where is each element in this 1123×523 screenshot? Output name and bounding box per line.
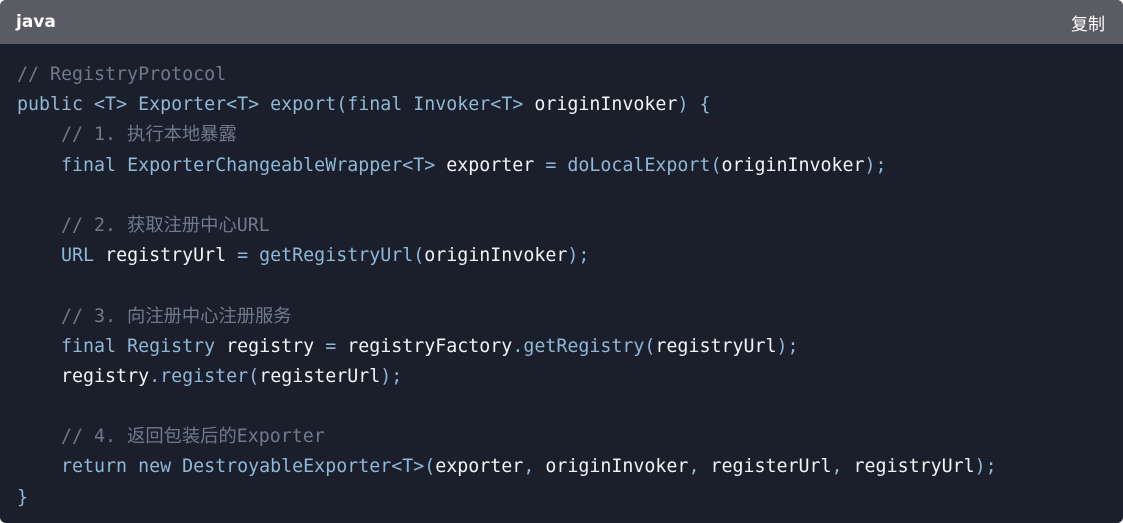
code-token-func: getRegistry [523, 335, 645, 357]
code-token-ident: registryUrl [655, 335, 777, 357]
code-token-ident: exporter [435, 456, 524, 478]
code-line: // 3. 向注册中心注册服务 [17, 302, 1105, 332]
code-token-punct: ( [424, 456, 436, 478]
code-token-type: URL [61, 245, 106, 267]
code-token-punct: ); [864, 154, 887, 176]
code-token-punct: ); [776, 335, 799, 357]
code-token-punct: ( [336, 94, 348, 116]
code-token-punct: = [237, 245, 260, 267]
code-token-punct: = [545, 154, 568, 176]
code-token-func: getRegistryUrl [259, 245, 414, 267]
code-token-type: Exporter<T> [138, 94, 271, 116]
code-token-func: register [160, 365, 249, 387]
code-line: // 1. 执行本地暴露 [17, 120, 1105, 150]
code-token-comment: // 4. 返回包装后的Exporter [17, 426, 325, 448]
code-token-type: Registry [127, 335, 227, 357]
code-line: registry.register(registerUrl); [17, 362, 1105, 392]
code-token-ident [17, 456, 61, 477]
code-token-type: DestroyableExporter<T> [182, 456, 425, 478]
code-token-func: doLocalExport [567, 154, 711, 176]
code-line: public <T> Exporter<T> export(final Invo… [17, 90, 1105, 120]
code-token-punct: ( [413, 245, 425, 267]
code-token-punct: ); [974, 456, 997, 478]
code-line: URL registryUrl = getRegistryUrl(originI… [17, 241, 1105, 271]
code-token-punct: ); [380, 365, 403, 387]
code-block: java 复制 // RegistryProtocol public <T> Ex… [0, 0, 1123, 523]
code-line: // RegistryProtocol [17, 60, 1105, 90]
code-token-ident: exporter [446, 154, 546, 176]
code-token-punct: ( [644, 335, 656, 357]
code-token-ident: registryUrl [853, 456, 975, 478]
code-token-comment: // RegistryProtocol [17, 64, 227, 85]
code-token-type: Invoker<T> [413, 94, 535, 116]
code-token-punct: = [325, 335, 348, 357]
language-label: java [16, 12, 56, 32]
code-token-ident: registry [61, 365, 150, 387]
code-token-punct: ( [710, 154, 722, 176]
code-token-ident: registryUrl [105, 245, 238, 267]
code-token-ident: originInvoker [721, 154, 865, 176]
code-line: } [17, 483, 1105, 513]
code-token-keyword: new [138, 456, 183, 478]
code-line: return new DestroyableExporter<T>(export… [17, 452, 1105, 482]
code-token-punct: ( [248, 365, 260, 387]
code-line: final Registry registry = registryFactor… [17, 332, 1105, 362]
code-token-ident: originInvoker [534, 94, 678, 116]
code-token-ident: registryFactory [347, 335, 513, 357]
code-token-punct: , [688, 456, 711, 478]
code-token-ident: originInvoker [545, 456, 689, 478]
code-token-keyword: public [17, 94, 95, 116]
code-token-punct: . [512, 335, 524, 357]
code-token-comment: // 2. 获取注册中心URL [17, 214, 270, 236]
code-content: // RegistryProtocol public <T> Exporter<T… [0, 44, 1123, 513]
code-token-comment: // 3. 向注册中心注册服务 [17, 305, 292, 327]
code-token-keyword: final [61, 335, 128, 357]
code-token-punct: , [523, 456, 546, 478]
code-token-ident: registry [226, 335, 326, 357]
code-line: final ExporterChangeableWrapper<T> expor… [17, 151, 1105, 181]
code-token-type: <T> [94, 94, 139, 116]
code-line: // 2. 获取注册中心URL [17, 211, 1105, 241]
code-token-punct: } [17, 486, 29, 508]
code-token-ident [17, 155, 61, 176]
code-token-keyword: return [61, 456, 139, 478]
code-header: java 复制 [0, 0, 1123, 44]
code-token-ident: originInvoker [424, 245, 568, 267]
code-token-keyword: final [61, 154, 128, 176]
code-token-ident [17, 245, 61, 266]
code-token-punct: ) { [677, 94, 711, 116]
code-token-punct: . [149, 365, 161, 387]
code-token-punct: , [831, 456, 854, 478]
code-token-punct: ); [567, 245, 590, 267]
code-token-comment: // 1. 执行本地暴露 [17, 124, 237, 146]
code-token-ident [17, 336, 61, 357]
code-line: // 4. 返回包装后的Exporter [17, 422, 1105, 452]
code-token-ident [17, 366, 61, 387]
code-token-type: ExporterChangeableWrapper<T> [127, 154, 447, 176]
code-token-ident: registerUrl [710, 456, 832, 478]
code-token-func: export [270, 94, 337, 116]
code-token-keyword: final [347, 94, 414, 116]
copy-button[interactable]: 复制 [1071, 10, 1105, 35]
code-token-ident: registerUrl [259, 365, 381, 387]
